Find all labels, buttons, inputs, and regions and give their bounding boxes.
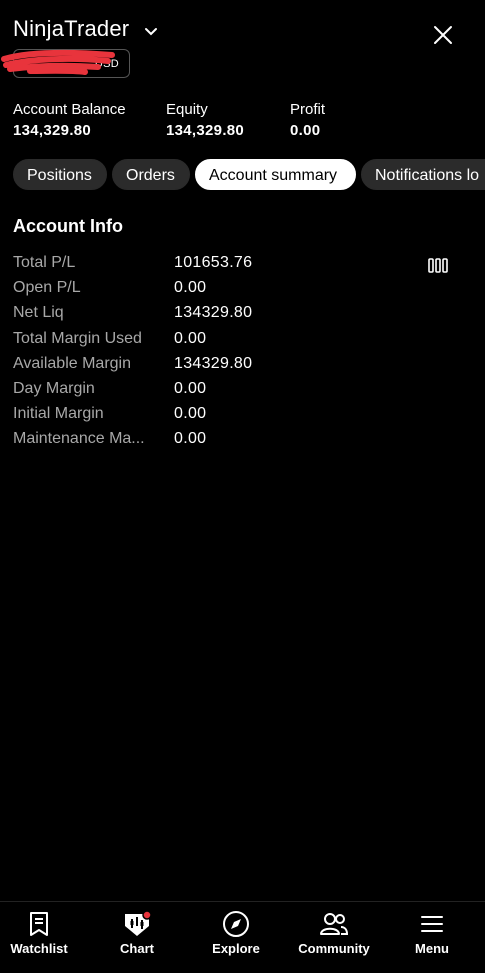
watchlist-icon	[0, 910, 84, 938]
info-key: Available Margin	[13, 354, 131, 372]
tab-positions[interactable]: Positions	[13, 159, 107, 190]
profit-value: 0.00	[290, 122, 321, 139]
chevron-down-icon[interactable]	[144, 24, 158, 42]
equity-value: 134,329.80	[166, 122, 245, 139]
info-row-available-margin: Available Margin 134329.80	[13, 355, 485, 380]
info-value: 0.00	[174, 430, 207, 448]
tab-bar: Positions Orders Account summary Notific…	[13, 159, 485, 191]
nav-menu[interactable]: Menu	[387, 910, 477, 956]
nav-label: Watchlist	[10, 941, 68, 956]
nav-label: Community	[298, 941, 370, 956]
account-balance-value: 134,329.80	[13, 122, 92, 139]
info-row-initial-margin: Initial Margin 0.00	[13, 405, 485, 430]
tab-notifications-log[interactable]: Notifications lo	[361, 159, 485, 190]
info-value: 101653.76	[174, 254, 253, 271]
nav-watchlist[interactable]: Watchlist	[0, 910, 84, 956]
nav-explore[interactable]: Explore	[191, 910, 281, 956]
close-icon[interactable]	[430, 22, 456, 48]
info-key: Maintenance Ma...	[13, 430, 145, 448]
account-balance-label: Account Balance	[13, 101, 126, 118]
stat-account-balance: Account Balance 134,329.80	[13, 101, 126, 139]
nav-label: Chart	[120, 941, 154, 956]
info-row-day-margin: Day Margin 0.00	[13, 380, 485, 405]
nav-community[interactable]: Community	[289, 910, 379, 956]
chart-icon	[92, 910, 182, 938]
info-key: Total Margin Used	[13, 329, 142, 347]
bottom-nav: Watchlist Chart Explore Community Menu	[0, 901, 485, 973]
nav-chart[interactable]: Chart	[92, 910, 182, 956]
compass-icon	[191, 910, 281, 938]
info-value: 0.00	[174, 329, 207, 347]
account-info-title: Account Info	[13, 216, 123, 236]
info-row-total-margin-used: Total Margin Used 0.00	[13, 330, 485, 355]
info-row-maintenance-margin: Maintenance Ma... 0.00	[13, 430, 485, 455]
stat-equity: Equity 134,329.80	[166, 101, 244, 139]
info-value: 0.00	[174, 405, 207, 423]
community-icon	[289, 910, 379, 938]
info-row-open-pl: Open P/L 0.00	[13, 279, 485, 304]
nav-label: Explore	[212, 941, 260, 956]
info-value: 134329.80	[174, 354, 253, 372]
tab-account-summary[interactable]: Account summary	[195, 159, 356, 190]
info-key: Total P/L	[13, 254, 76, 271]
info-value: 134329.80	[174, 304, 253, 322]
menu-icon	[387, 910, 477, 938]
info-row-total-pl: Total P/L 101653.76	[13, 254, 485, 279]
info-row-net-liq: Net Liq 134329.80	[13, 304, 485, 329]
account-info-list: Total P/L 101653.76 Open P/L 0.00 Net Li…	[13, 254, 485, 456]
tab-orders[interactable]: Orders	[112, 159, 190, 190]
info-key: Open P/L	[13, 279, 81, 297]
profit-label: Profit	[290, 101, 326, 118]
info-key: Net Liq	[13, 304, 64, 322]
info-key: Initial Margin	[13, 405, 104, 423]
info-key: Day Margin	[13, 379, 95, 397]
equity-label: Equity	[166, 101, 208, 118]
app-title[interactable]: NinjaTrader	[13, 16, 129, 41]
info-value: 0.00	[174, 379, 207, 397]
nav-label: Menu	[415, 941, 449, 956]
info-value: 0.00	[174, 279, 207, 297]
redaction-scribble	[0, 41, 115, 86]
stat-profit: Profit 0.00	[290, 101, 325, 139]
